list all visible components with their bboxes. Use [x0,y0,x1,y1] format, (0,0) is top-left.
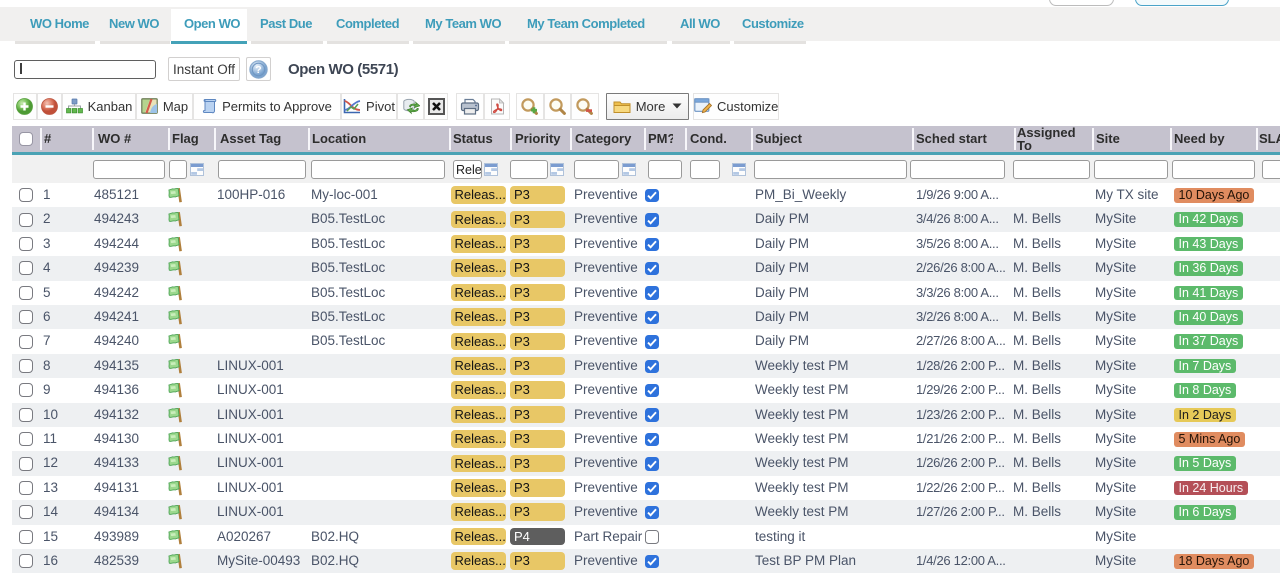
svg-text:?: ? [255,64,261,76]
